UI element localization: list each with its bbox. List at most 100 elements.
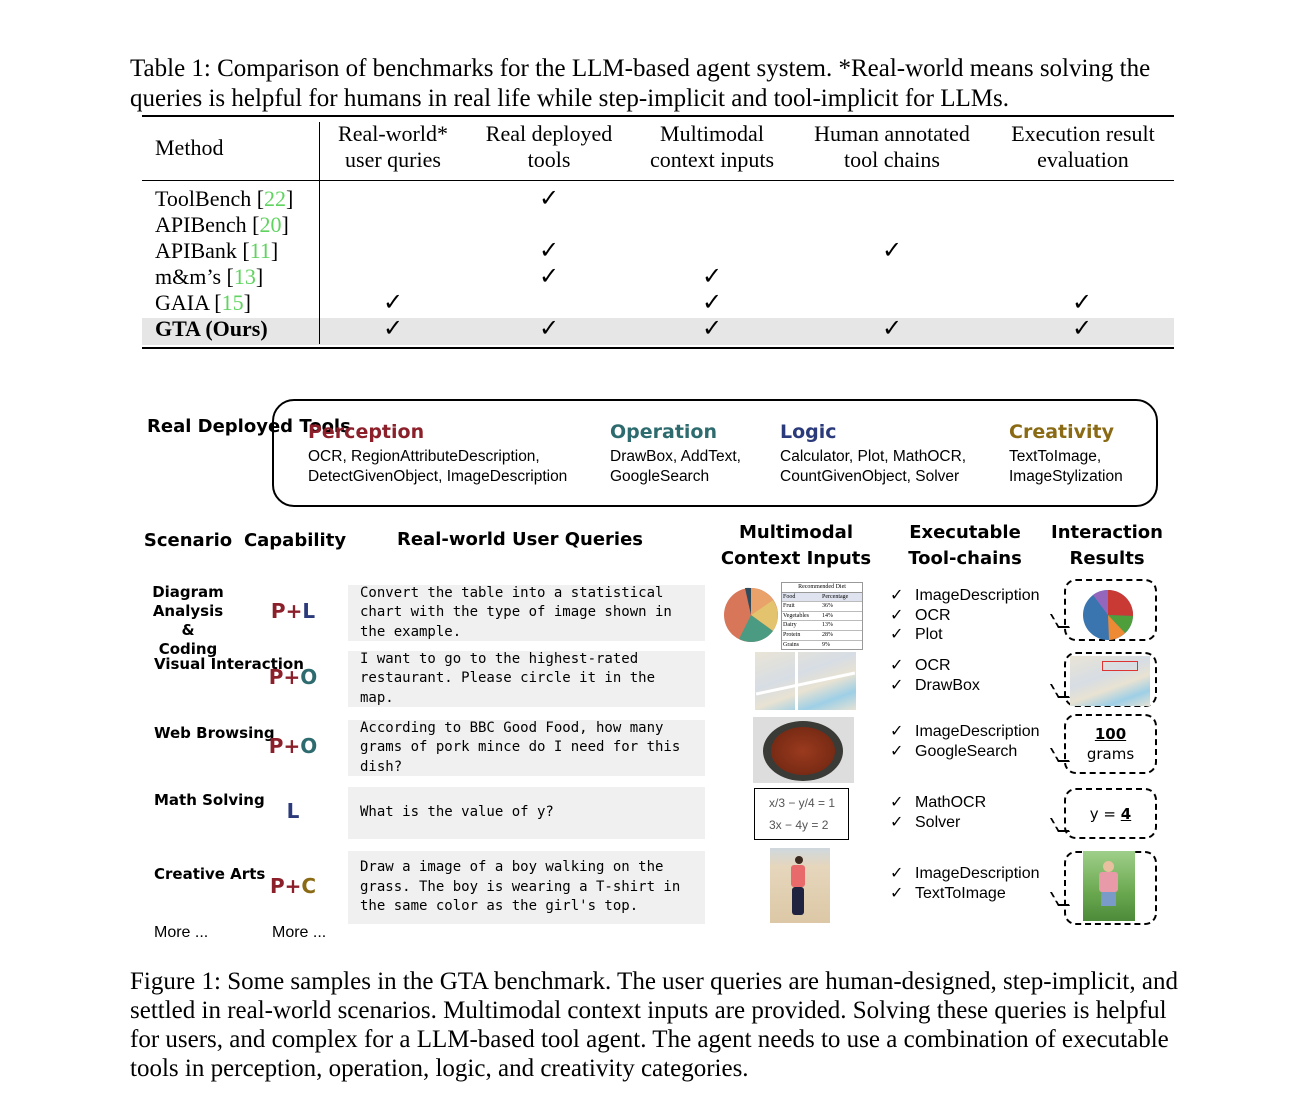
scenario-label: Creative Arts <box>154 865 266 883</box>
diet-table: Recommended Diet Food Percentage Fruit 36% V… <box>781 582 863 651</box>
result-value: 100 <box>1094 725 1127 743</box>
check-mark: ✓ <box>1071 290 1093 316</box>
citation-link[interactable]: 13 <box>234 264 256 289</box>
check-mark: ✓ <box>701 264 723 290</box>
diet-cell: 13% <box>822 622 833 629</box>
user-query: Convert the table into a statistical cha… <box>348 585 705 641</box>
diet-cell: Grains <box>783 641 799 648</box>
check-mark: ✓ <box>382 316 404 342</box>
check-mark: ✓ <box>1071 316 1093 342</box>
col-capability: Capability <box>243 530 347 551</box>
check-mark: ✓ <box>701 316 723 342</box>
result-prefix: y = <box>1089 804 1121 823</box>
capability-letter: O <box>300 665 318 689</box>
capability-letter: O <box>300 734 318 758</box>
food-input <box>753 717 854 783</box>
query-text: Convert the table into a statistical cha… <box>360 584 672 640</box>
result-unit: grams <box>1086 745 1135 763</box>
check-mark: ✓ <box>382 290 404 316</box>
more-capabilities: More ... <box>272 924 327 941</box>
diet-cell: Dairy <box>783 622 797 629</box>
table-row-method: ToolBench [22] <box>155 186 294 211</box>
capability-letter: C <box>301 873 317 898</box>
equation-1: x/3 − y/4 = 1 <box>769 796 836 810</box>
table-row-method: APIBank [11] <box>155 238 279 263</box>
check-mark: ✓ <box>538 264 560 290</box>
diet-cell: Fruit <box>783 603 795 610</box>
tool-name: ImageDescription <box>915 723 1040 740</box>
tool-name: ImageDescription <box>915 865 1040 882</box>
category-creativity: Creativity <box>1009 421 1114 443</box>
category-operation: Operation <box>610 421 718 443</box>
tool-chain-item: ✓ TextToImage <box>890 884 1006 902</box>
header-method: Method <box>155 135 224 160</box>
capability-letter: L <box>302 599 316 623</box>
check-mark: ✓ <box>538 316 560 342</box>
more-scenarios: More ... <box>154 924 209 941</box>
map-input <box>755 652 856 710</box>
diet-header: Percentage <box>822 593 849 600</box>
check-mark: ✓ <box>881 316 903 342</box>
equation-2: 3x − 4y = 2 <box>769 818 829 832</box>
method-name: APIBank <box>155 238 237 263</box>
citation-link[interactable]: 20 <box>259 212 281 237</box>
category-logic: Logic <box>780 421 837 443</box>
table-caption: Table 1: Comparison of benchmarks for th… <box>130 55 1151 112</box>
pie-chart-input <box>724 587 778 642</box>
tool-name: MathOCR <box>915 794 987 811</box>
tool-chain-item: ✓ DrawBox <box>890 676 980 694</box>
tool-name: Plot <box>915 626 943 643</box>
scenario-label: Diagram Analysis & Coding <box>152 583 224 658</box>
map-result <box>1070 656 1150 706</box>
check-mark: ✓ <box>881 238 903 264</box>
header-col-1: Real-world* user quries <box>338 121 448 172</box>
table-mid-rule <box>142 180 1174 181</box>
tools-box: Perception OCR, RegionAttributeDescripti… <box>272 399 1158 507</box>
query-text: What is the value of y? <box>360 804 554 821</box>
capability-letter: P <box>270 599 286 623</box>
user-query: Draw a image of a boy walking on the gra… <box>348 851 705 924</box>
pie-chart-result <box>1083 590 1134 640</box>
diet-title: Recommended Diet <box>798 584 846 590</box>
tool-chain-item: ✓ MathOCR <box>890 794 987 811</box>
tool-chain: ✓ MathOCR ✓ Solver <box>890 793 986 832</box>
tool-chain: ✓ ImageDescription ✓ GoogleSearch <box>890 722 1040 761</box>
citation-link[interactable]: 22 <box>264 186 286 211</box>
citation-link[interactable]: 11 <box>250 238 271 263</box>
col-scenario: Scenario <box>143 530 233 551</box>
tool-chain-item: ✓ Solver <box>890 813 961 831</box>
table-top-rule <box>142 115 1174 117</box>
runner-photo-input <box>770 848 830 923</box>
capability-label: L <box>253 799 333 823</box>
capability-label: P+C <box>269 873 317 898</box>
tool-name: DrawBox <box>915 676 980 694</box>
capability-label: P+O <box>268 734 318 758</box>
tool-chain-item: ✓ ImageDescription <box>890 865 1040 882</box>
scenario-label: Math Solving <box>154 791 265 809</box>
header-col-3: Multimodal context inputs <box>649 121 775 172</box>
interaction-result-bubble: y = 4 <box>1064 788 1157 839</box>
category-tools: DrawBox, AddText, GoogleSearch <box>610 448 741 485</box>
citation-link[interactable]: 15 <box>222 290 244 315</box>
tool-name: OCR <box>915 657 951 674</box>
method-name: m&m’s <box>155 264 222 289</box>
tool-name: Solver <box>915 813 961 831</box>
method-name: GTA (Ours) <box>155 316 268 341</box>
tool-chain-item: ✓ OCR <box>890 657 951 674</box>
tool-chain-item: ✓ ImageDescription <box>890 587 1040 604</box>
check-mark: ✓ <box>701 290 723 316</box>
category-tools: OCR, RegionAttributeDescription, DetectG… <box>308 448 568 485</box>
method-name: APIBench <box>155 212 247 237</box>
user-query: What is the value of y? <box>348 787 705 839</box>
category-tools: Calculator, Plot, MathOCR, CountGivenObj… <box>780 448 967 485</box>
capability-letter: P <box>268 665 284 689</box>
category-perception: Perception <box>308 421 425 443</box>
diet-cell: 14% <box>822 612 833 619</box>
generated-boy-image <box>1083 851 1135 921</box>
header-col-5: Execution result evaluation <box>1011 121 1155 172</box>
tool-name: OCR <box>915 606 951 624</box>
col-results: Interaction Results <box>1051 522 1163 569</box>
tool-name: ImageDescription <box>915 587 1040 604</box>
tool-chain: ✓ OCR ✓ DrawBox <box>890 656 980 695</box>
diet-cell: Vegetables <box>783 612 809 619</box>
